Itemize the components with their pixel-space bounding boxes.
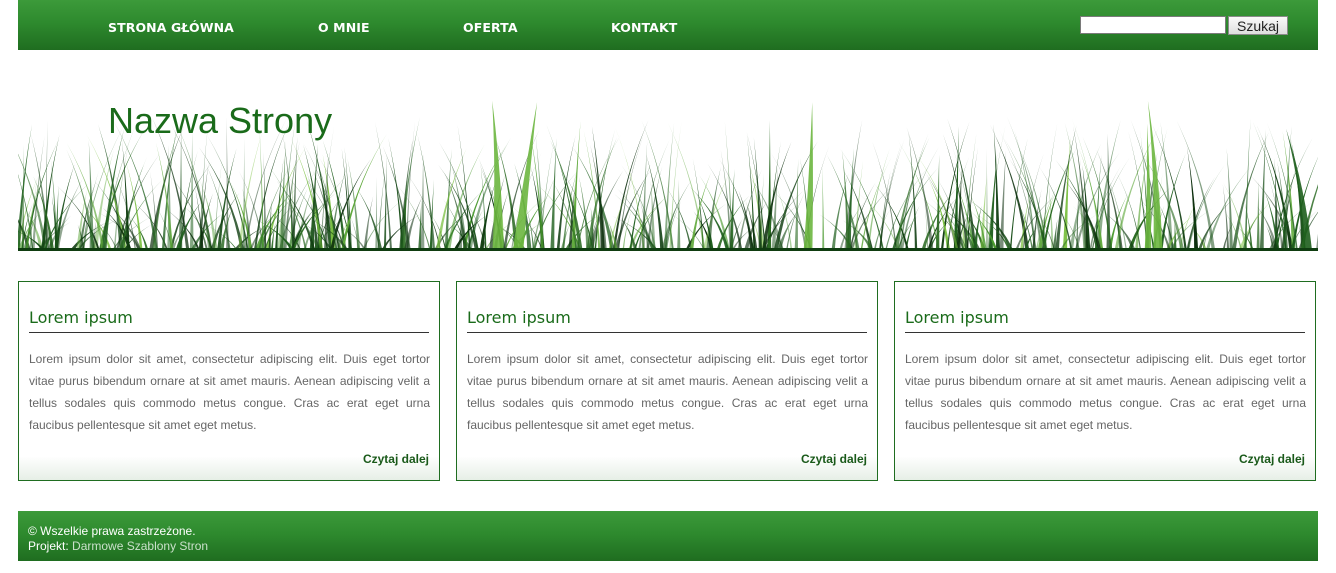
footer-credits: Projekt: Darmowe Szablony Stron [28,539,208,553]
box-text: Lorem ipsum dolor sit amet, consectetur … [29,352,430,432]
read-more-link[interactable]: Czytaj dalej [363,452,429,466]
read-more-link[interactable]: Czytaj dalej [1239,452,1305,466]
grass-image [18,100,1318,251]
footer: © Wszelkie prawa zastrzeżone. Projekt: D… [18,511,1318,561]
footer-design-link[interactable]: Darmowe Szablony Stron [72,539,208,553]
box-text: Lorem ipsum dolor sit amet, consectetur … [905,352,1306,432]
content-box: Lorem ipsum Lorem ipsum dolor sit amet, … [894,281,1316,481]
search-input[interactable] [1080,16,1226,34]
nav-contact-link[interactable]: KONTAKT [611,20,677,35]
footer-copyright: © Wszelkie prawa zastrzeżone. [28,524,196,538]
header-banner: Nazwa Strony [18,50,1318,251]
nav-about-link[interactable]: O MNIE [318,20,370,35]
site-title: Nazwa Strony [108,100,333,141]
content-box: Lorem ipsum Lorem ipsum dolor sit amet, … [18,281,440,481]
search-button[interactable]: Szukaj [1228,16,1288,35]
footer-design-prefix: Projekt: [28,539,69,553]
top-nav-bar: STRONA GŁÓWNA O MNIE OFERTA KONTAKT Szuk… [18,0,1318,50]
box-title: Lorem ipsum [467,308,867,333]
box-text: Lorem ipsum dolor sit amet, consectetur … [467,352,868,432]
box-title: Lorem ipsum [29,308,429,333]
nav-offer-link[interactable]: OFERTA [463,20,518,35]
content-box: Lorem ipsum Lorem ipsum dolor sit amet, … [456,281,878,481]
box-title: Lorem ipsum [905,308,1305,333]
read-more-link[interactable]: Czytaj dalej [801,452,867,466]
nav-home-link[interactable]: STRONA GŁÓWNA [108,20,234,35]
